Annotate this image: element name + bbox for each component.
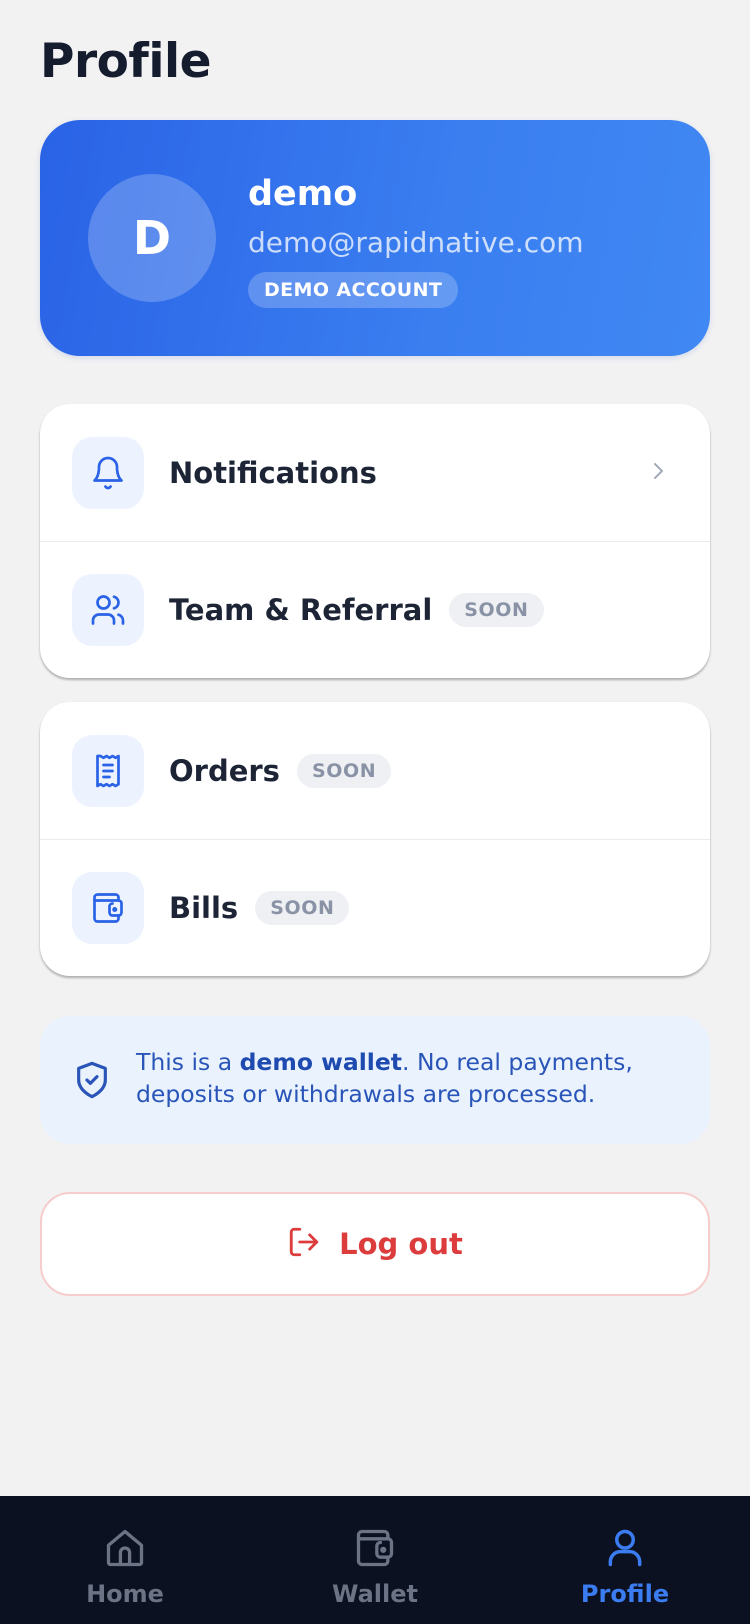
tab-label: Home xyxy=(86,1580,164,1608)
logout-button[interactable]: Log out xyxy=(40,1192,710,1296)
menu-item-label: Team & Referral xyxy=(169,593,433,627)
soon-badge: SOON xyxy=(449,593,544,627)
wallet-icon xyxy=(72,872,144,944)
logout-icon xyxy=(287,1225,321,1263)
tab-label: Wallet xyxy=(331,1580,418,1608)
user-email: demo@rapidnative.com xyxy=(248,226,584,259)
menu-card-account: Notifications Team & Referral SOON xyxy=(40,404,710,678)
profile-card: D demo demo@rapidnative.com DEMO ACCOUNT xyxy=(40,120,710,356)
logout-label: Log out xyxy=(339,1227,463,1261)
user-icon xyxy=(603,1496,647,1574)
notice-text: This is a demo wallet. No real payments,… xyxy=(136,1046,676,1110)
chevron-right-icon xyxy=(646,459,670,487)
notice-prefix: This is a xyxy=(136,1048,240,1076)
demo-account-badge: DEMO ACCOUNT xyxy=(248,272,459,308)
receipt-icon xyxy=(72,734,144,807)
user-name: demo xyxy=(248,174,358,214)
tab-label: Profile xyxy=(580,1580,670,1608)
menu-item-team-referral[interactable]: Team & Referral SOON xyxy=(40,541,710,678)
menu-item-bills[interactable]: Bills SOON xyxy=(40,839,710,976)
menu-card-payments: Orders SOON Bills SOON xyxy=(40,702,710,976)
tab-wallet[interactable]: Wallet xyxy=(250,1496,500,1624)
wallet-icon xyxy=(353,1496,397,1574)
home-icon xyxy=(103,1496,147,1574)
notice-emphasis: demo wallet xyxy=(239,1048,403,1076)
soon-badge: SOON xyxy=(296,753,392,788)
menu-item-label: Bills xyxy=(169,891,239,925)
menu-item-orders[interactable]: Orders SOON xyxy=(40,702,710,839)
bottom-tab-bar: Home Wallet Profile xyxy=(0,1496,750,1624)
users-icon xyxy=(72,574,144,646)
avatar: D xyxy=(88,174,216,302)
soon-badge: SOON xyxy=(255,891,350,925)
page-title: Profile xyxy=(40,34,211,89)
tab-profile[interactable]: Profile xyxy=(500,1496,750,1624)
tab-home[interactable]: Home xyxy=(0,1496,250,1624)
demo-wallet-notice: This is a demo wallet. No real payments,… xyxy=(40,1016,710,1144)
bell-icon xyxy=(72,436,144,509)
menu-item-label: Notifications xyxy=(169,455,377,490)
shield-check-icon xyxy=(72,1060,112,1104)
menu-item-notifications[interactable]: Notifications xyxy=(40,404,710,541)
menu-item-label: Orders xyxy=(169,753,280,788)
